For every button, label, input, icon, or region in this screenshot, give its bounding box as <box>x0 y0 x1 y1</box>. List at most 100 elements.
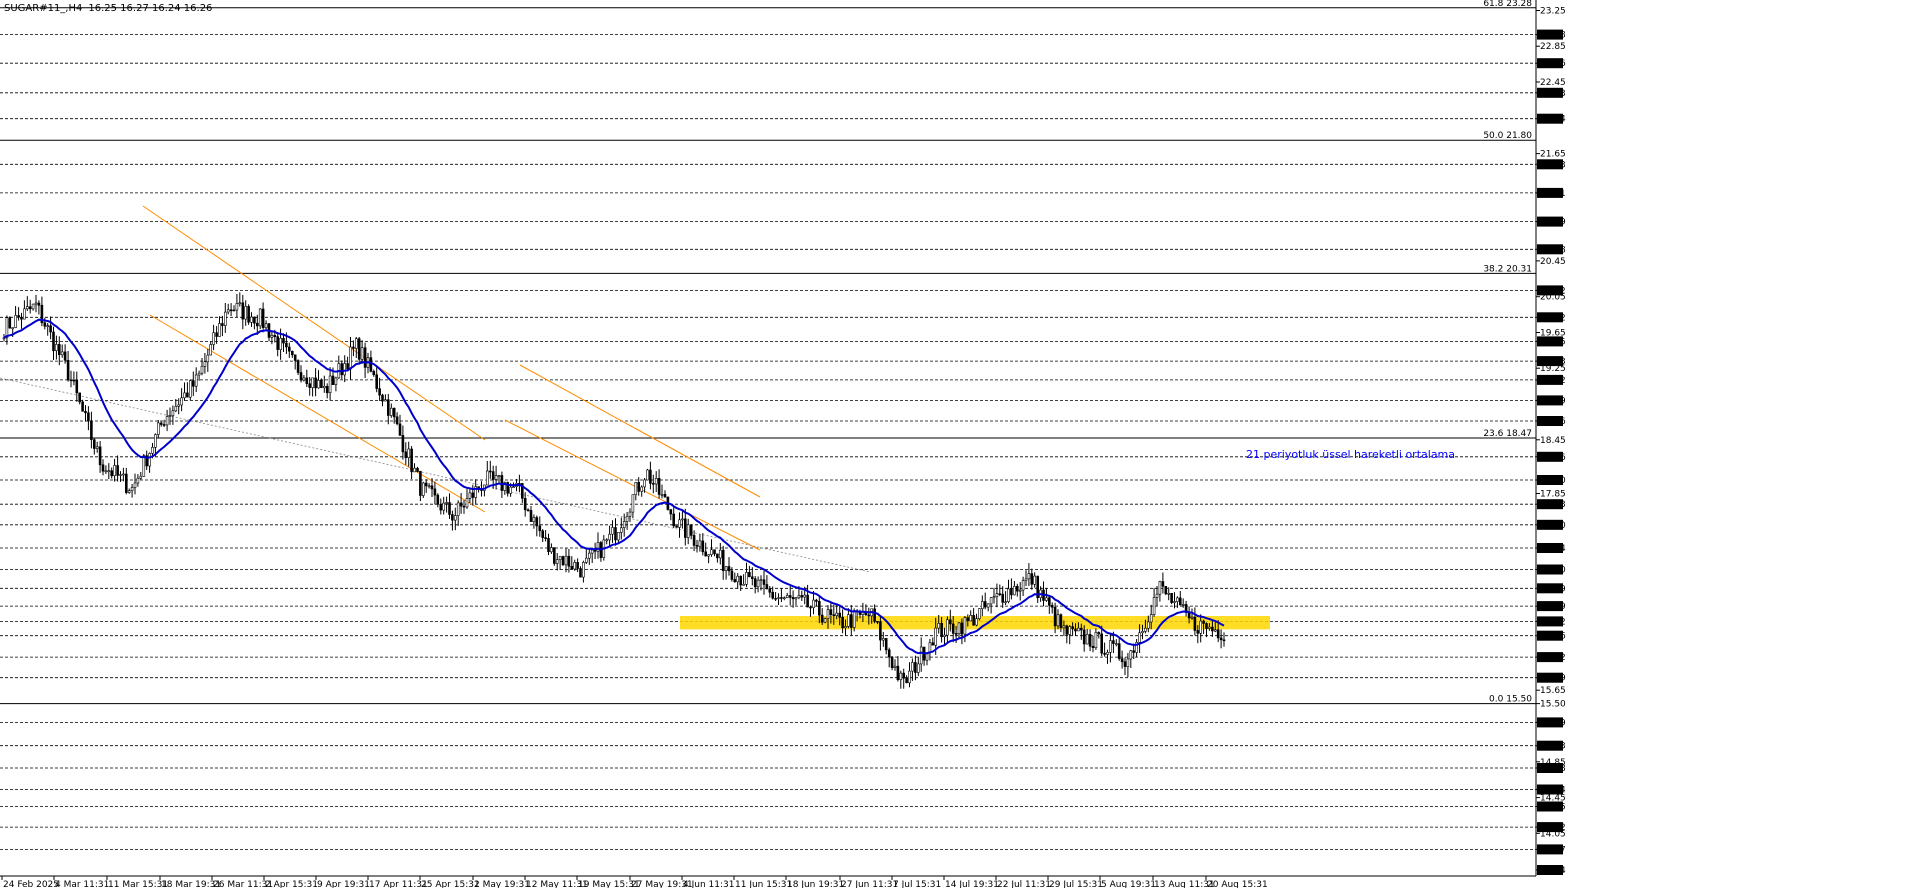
candle-body <box>244 306 247 320</box>
x-tick-label: 14 Jul 19:31 <box>945 880 999 888</box>
candle-body <box>683 518 687 538</box>
price-chart[interactable]: 61.8 23.28 50.0 21.80 38.2 20.31 23.6 18.47… <box>0 0 1916 888</box>
candle-body <box>512 486 515 489</box>
y-tick-label: 15.50 <box>1540 700 1566 710</box>
candle-body <box>849 614 853 628</box>
candle-body <box>832 614 836 617</box>
candle-body <box>590 549 594 554</box>
candle-body <box>605 539 609 542</box>
candle-body <box>57 344 61 355</box>
candle-body <box>663 493 667 498</box>
candle-body <box>107 470 111 473</box>
candle-body <box>573 561 577 570</box>
candle-body <box>721 549 725 572</box>
candle-body <box>285 342 288 348</box>
x-tick-label: 5 Aug 19:31 <box>1101 880 1156 888</box>
candle-body <box>258 308 262 327</box>
candle-body <box>322 385 326 389</box>
candle-body <box>916 663 920 673</box>
candle-body <box>384 399 387 402</box>
candle-body <box>1214 629 1217 632</box>
y-tick-label: 18.66 <box>1540 417 1566 427</box>
candle-body <box>940 622 943 638</box>
candle-body <box>538 525 542 532</box>
candle-body <box>844 626 847 629</box>
candle-body <box>55 344 58 351</box>
candle-body <box>25 306 29 310</box>
candle-body <box>727 566 731 572</box>
y-tick-label: 22.04 <box>1540 115 1566 125</box>
y-tick-label: 14.05 <box>1540 829 1566 839</box>
y-tick-label: 18.89 <box>1540 396 1566 406</box>
candle-body <box>139 475 143 479</box>
support-zone-rect[interactable] <box>680 616 1270 630</box>
candle-body <box>451 514 454 521</box>
candle-body <box>948 619 952 625</box>
fib-label-1: 50.0 21.80 <box>1483 131 1532 141</box>
candle-body <box>378 388 381 396</box>
candle-body <box>119 474 122 476</box>
candle-body <box>209 344 212 356</box>
candle-body <box>1161 581 1165 587</box>
candle-body <box>785 595 789 599</box>
candle-body <box>49 325 52 333</box>
candle-body <box>713 549 716 555</box>
candle-body <box>847 614 850 627</box>
y-tick-label: 17.00 <box>1540 566 1566 576</box>
candle-body <box>386 399 390 416</box>
x-tick-label: 29 Jul 15:31 <box>1049 880 1103 888</box>
candle-body <box>876 620 879 623</box>
candle-body <box>1176 597 1179 602</box>
x-tick-label: 22 Jul 11:31 <box>997 880 1051 888</box>
candle-body <box>954 633 958 635</box>
candle-body <box>788 595 792 598</box>
candle-body <box>392 407 396 418</box>
candle-body <box>1109 640 1112 653</box>
y-tick-label: 16.26 <box>1540 632 1566 642</box>
candle-body <box>1030 573 1034 585</box>
candle-body <box>750 576 754 579</box>
candle-body <box>890 656 894 668</box>
candle-body <box>631 494 635 513</box>
candle-body <box>771 591 775 599</box>
candle-body <box>637 481 641 492</box>
candle-body <box>229 309 233 312</box>
candle-body <box>241 302 245 320</box>
candle-body <box>165 416 169 426</box>
candle-body <box>640 486 644 492</box>
candle-body <box>90 420 93 441</box>
candle-body <box>1117 643 1121 659</box>
candle-body <box>69 379 73 382</box>
fib-label-0: 61.8 23.28 <box>1483 0 1532 9</box>
candle-body <box>762 579 766 585</box>
candle-body <box>110 470 113 477</box>
candle-body <box>736 575 740 583</box>
x-tick-label: 27 Jun 11:31 <box>841 880 898 888</box>
candle-body <box>453 515 457 521</box>
candle-body <box>154 434 157 448</box>
candle-body <box>130 487 134 492</box>
candle-body <box>611 527 614 535</box>
candle-body <box>570 565 574 570</box>
candle-body <box>995 593 999 598</box>
candle-body <box>171 410 175 416</box>
candle-body <box>1147 621 1150 629</box>
candle-body <box>523 497 527 511</box>
y-tick-label: 19.55 <box>1540 337 1566 347</box>
y-tick-label: 19.82 <box>1540 313 1566 323</box>
candle-body <box>101 464 105 472</box>
candle-body <box>701 540 705 553</box>
candle-body <box>730 570 734 580</box>
y-tick-label: 19.25 <box>1540 364 1566 374</box>
candle-body <box>969 614 973 622</box>
candle-body <box>346 363 349 370</box>
candle-body <box>526 509 530 512</box>
candle-body <box>1010 588 1013 596</box>
candle-body <box>363 347 367 368</box>
candle-body <box>98 446 102 466</box>
candle-body <box>657 477 661 495</box>
candle-body <box>253 316 256 324</box>
candle-body <box>748 571 751 578</box>
candle-body <box>261 308 265 329</box>
candle-body <box>485 470 489 486</box>
